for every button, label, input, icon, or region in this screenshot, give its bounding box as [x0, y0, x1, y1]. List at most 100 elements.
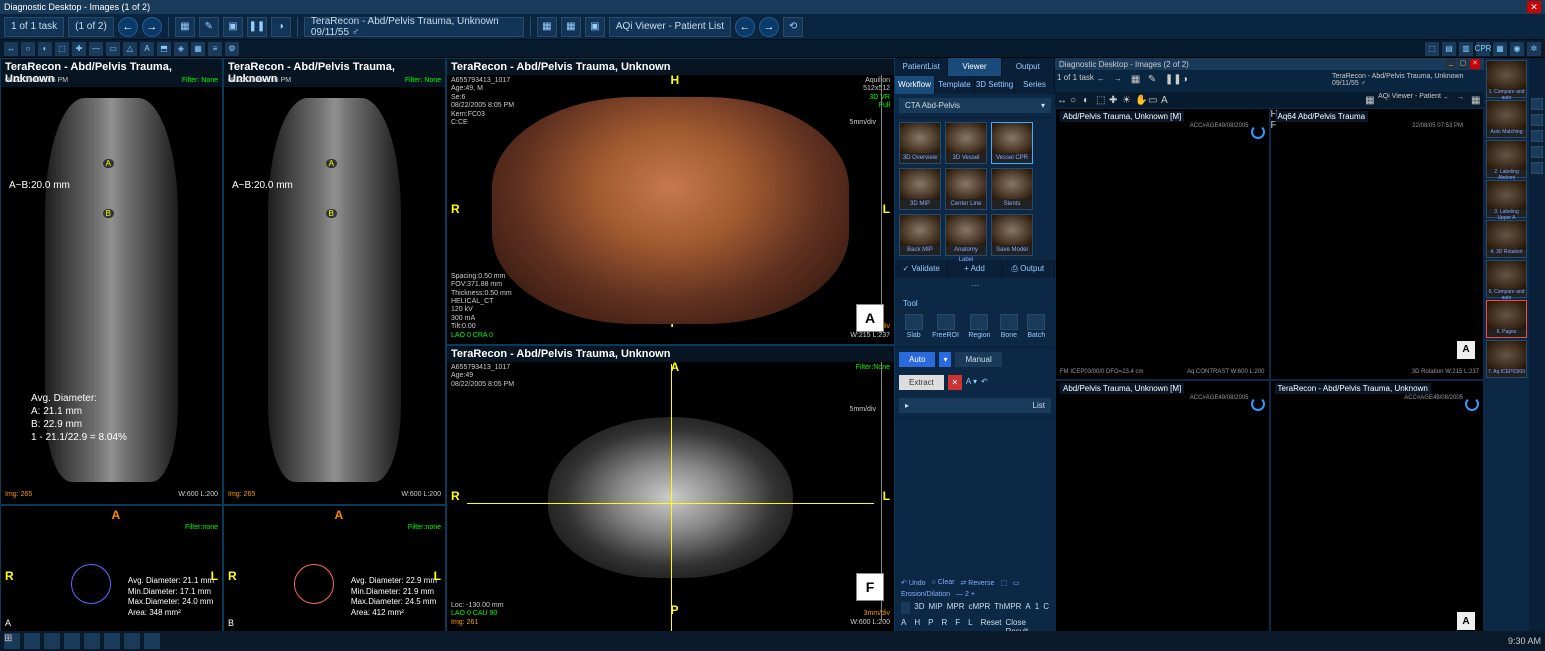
add-button[interactable]: + Add — [948, 260, 1001, 278]
series-thumb[interactable]: 3. Labeling Upper A — [1486, 180, 1527, 218]
tool-region[interactable]: Region — [968, 314, 990, 339]
task-icon[interactable] — [104, 633, 120, 649]
mode-ThMPR[interactable]: ThMPR — [994, 602, 1021, 614]
tool-icon[interactable]: ⬒ — [157, 42, 171, 56]
next-arrow-icon[interactable]: → — [759, 17, 779, 37]
viewport-cross-b[interactable]: A Filter:none RL B Avg. Diameter: 22.9 m… — [223, 505, 446, 633]
tool-icon[interactable]: △ — [123, 42, 137, 56]
next-arrow-icon[interactable]: → — [142, 17, 162, 37]
mode-3D[interactable]: 3D — [914, 602, 924, 614]
next-arrow-icon[interactable]: → — [1114, 74, 1128, 88]
tool-icon[interactable]: ☀ — [1122, 95, 1133, 106]
viewer-field[interactable]: AQi Viewer - Patient List — [609, 17, 731, 37]
edge-tool-icon[interactable] — [1531, 114, 1543, 126]
tool-icon[interactable]: ◈ — [174, 42, 188, 56]
tool-icon[interactable]: ◐ — [38, 42, 52, 56]
task-field[interactable]: 1 of 1 task — [4, 17, 64, 37]
auto-button[interactable]: Auto — [899, 352, 935, 367]
viewport-sagittal-a[interactable]: TeraRecon - Abd/Pelvis Trauma, Unknown 0… — [0, 58, 223, 505]
orientation-cube[interactable]: A — [1457, 341, 1475, 359]
clock[interactable]: 9:30 AM — [1508, 636, 1541, 646]
clear-link[interactable]: ○ Clear — [932, 579, 955, 587]
task-icon[interactable] — [84, 633, 100, 649]
tool-icon[interactable]: ✎ — [199, 17, 219, 37]
mode-1[interactable]: 1 — [1035, 602, 1039, 614]
tool-icon[interactable]: ⬚ — [1096, 95, 1107, 106]
refresh-icon[interactable]: ⟲ — [783, 17, 803, 37]
pause-icon[interactable]: ❚❚ — [247, 17, 267, 37]
tab-workflow[interactable]: Workflow — [895, 76, 935, 94]
workflow-thumb[interactable]: 3D Overview — [899, 122, 941, 164]
reverse-link[interactable]: ⇄ Reverse — [960, 579, 994, 587]
edge-tool-icon[interactable] — [1531, 98, 1543, 110]
tool-icon[interactable]: A — [140, 42, 154, 56]
rviewport-3[interactable]: Abd/Pelvis Trauma, Unknown [M] ACC#AGE49… — [1055, 380, 1270, 651]
viewport-axial[interactable]: TeraRecon - Abd/Pelvis Trauma, Unknown A… — [446, 345, 895, 632]
tool-icon[interactable]: ▦ — [1493, 42, 1507, 56]
next-arrow-icon[interactable]: → — [1457, 94, 1469, 106]
start-icon[interactable]: ⊞ — [4, 633, 20, 649]
tool-icon[interactable]: ❚❚ — [1165, 74, 1179, 88]
validate-button[interactable]: ✓ Validate — [895, 260, 948, 278]
extract-button[interactable]: Extract — [899, 375, 944, 390]
tool-icon[interactable]: ⬚ — [1000, 579, 1007, 587]
tool-icon[interactable]: ▦ — [1131, 74, 1145, 88]
close-icon[interactable]: ✕ — [1470, 59, 1480, 69]
tool-icon[interactable]: ↔ — [1057, 95, 1068, 106]
tool-freeroi[interactable]: FreeROI — [932, 314, 959, 339]
layout-icon[interactable]: ▦ — [537, 17, 557, 37]
tool-icon[interactable]: ✚ — [72, 42, 86, 56]
minimize-icon[interactable]: _ — [1446, 59, 1456, 69]
series-thumb[interactable]: Auto Matching — [1486, 100, 1527, 138]
tool-slab[interactable]: Slab — [905, 314, 923, 339]
tool-icon[interactable]: ▦ — [1471, 95, 1482, 106]
tool-icon[interactable]: ⬚ — [1425, 42, 1439, 56]
task-icon[interactable] — [44, 633, 60, 649]
workflow-thumb[interactable]: Anatomy Label — [945, 214, 987, 256]
workflow-thumb[interactable]: Back MIP — [899, 214, 941, 256]
undo-link[interactable]: ↶ Undo — [901, 579, 926, 587]
tool-icon[interactable]: ▥ — [1459, 42, 1473, 56]
list-expander[interactable]: ▸ List — [899, 398, 1051, 413]
mode-cMPR[interactable]: cMPR — [969, 602, 991, 614]
tool-icon[interactable]: ◐ — [1083, 95, 1094, 106]
tool-icon[interactable]: ▦ — [191, 42, 205, 56]
output-button[interactable]: ⎙ Output — [1002, 260, 1055, 278]
maximize-icon[interactable]: ▢ — [1458, 59, 1468, 69]
tool-icon[interactable]: ▭ — [1148, 95, 1159, 106]
rviewport-4[interactable]: TeraRecon - Abd/Pelvis Trauma, Unknown A… — [1270, 380, 1485, 651]
task-icon[interactable] — [124, 633, 140, 649]
tool-icon[interactable]: ▦ — [175, 17, 195, 37]
workflow-thumb[interactable]: Center Line — [945, 168, 987, 210]
tool-icon[interactable]: ◑ — [271, 17, 291, 37]
tool-icon[interactable]: ▦ — [1365, 95, 1376, 106]
cancel-icon[interactable]: ✕ — [948, 375, 962, 390]
tool-icon[interactable]: ✎ — [1148, 74, 1162, 88]
series-thumb[interactable]: 7. Aq ICEP03/00 — [1486, 340, 1527, 378]
workflow-thumb[interactable]: Vessel CPR — [991, 122, 1033, 164]
tab-series[interactable]: Series — [1015, 76, 1055, 94]
workflow-thumb[interactable]: Stents — [991, 168, 1033, 210]
tab-viewer[interactable]: Viewer — [948, 58, 1001, 76]
tool-icon[interactable]: CPR — [1476, 42, 1490, 56]
tool-icon[interactable]: A — [1161, 95, 1172, 106]
series-thumb[interactable]: 5. Compare and auto — [1486, 260, 1527, 298]
tool-icon[interactable]: ⚙ — [225, 42, 239, 56]
tab-template[interactable]: Template — [935, 76, 975, 94]
orientation-cube[interactable]: F — [856, 573, 884, 601]
rviewport-1[interactable]: Abd/Pelvis Trauma, Unknown [M] ACC#AGE49… — [1055, 108, 1270, 380]
prev-arrow-icon[interactable]: ← — [1097, 74, 1111, 88]
task-icon[interactable] — [64, 633, 80, 649]
layout-icon[interactable]: ▦ — [561, 17, 581, 37]
tool-icon[interactable]: ⬚ — [55, 42, 69, 56]
close-icon[interactable]: ✕ — [1527, 1, 1541, 13]
tool-bone[interactable]: Bone — [1000, 314, 1018, 339]
mode-MIP[interactable]: MIP — [929, 602, 943, 614]
series-thumb[interactable]: 1. Compare and auto — [1486, 60, 1527, 98]
tab-output[interactable]: Output — [1002, 58, 1055, 76]
viewport-cross-a[interactable]: A Filter:none RL A Avg. Diameter: 21.1 m… — [0, 505, 223, 633]
mode-C[interactable]: C — [1043, 602, 1049, 614]
orientation-cube[interactable]: A — [1457, 612, 1475, 630]
tool-icon[interactable]: ▭ — [106, 42, 120, 56]
mode-MPR[interactable]: MPR — [947, 602, 965, 614]
